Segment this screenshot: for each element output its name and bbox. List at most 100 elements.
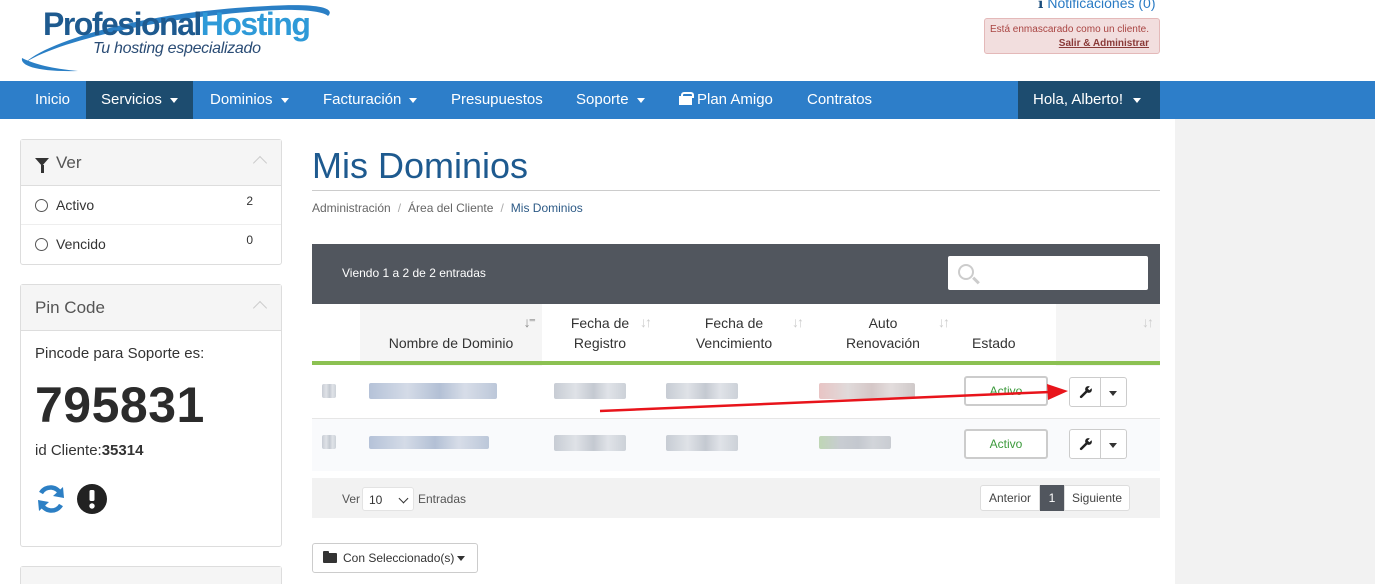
col-status[interactable]: Estado: [956, 304, 1056, 366]
refresh-icon[interactable]: [35, 483, 67, 515]
col-auto-renew[interactable]: ↓↑ Auto Renovación: [810, 304, 956, 366]
prev-page-button[interactable]: Anterior: [980, 485, 1040, 511]
page-size-select[interactable]: 10: [362, 487, 414, 511]
table-row[interactable]: Activo: [312, 366, 1160, 418]
alert-icon[interactable]: [77, 484, 107, 514]
sort-icon: ↓↑: [1142, 314, 1154, 330]
col-domain[interactable]: ↓⁼ Nombre de Dominio: [360, 304, 542, 366]
gift-icon: [679, 92, 694, 105]
caret-down-icon: [169, 97, 178, 103]
auto-renew-redacted: [819, 436, 891, 449]
nav-presupuestos-label: Presupuestos: [451, 91, 543, 108]
chevron-up-icon[interactable]: [252, 300, 268, 316]
filter-label: Vencido: [56, 236, 106, 252]
pin-card-header[interactable]: Pin Code: [21, 285, 281, 331]
folder-open-icon: [323, 551, 337, 563]
auto-renew-redacted: [819, 383, 915, 399]
caret-down-icon: [457, 556, 466, 562]
filter-label: Activo: [56, 197, 95, 213]
col-auto-renew-label: Auto Renovación: [846, 315, 920, 351]
manage-button[interactable]: [1069, 377, 1101, 407]
brand-tagline: Tu hosting especializado: [93, 40, 261, 57]
pin-label: Pincode para Soporte es:: [35, 345, 205, 362]
col-actions[interactable]: ↓↑: [1056, 304, 1160, 366]
nav-plan-amigo-label: Plan Amigo: [697, 91, 773, 108]
caret-down-icon: [636, 97, 645, 103]
col-expiry[interactable]: ↓↑ Fecha de Vencimiento: [658, 304, 810, 366]
nav-dominios[interactable]: Dominios: [195, 81, 304, 119]
filter-count: 0: [246, 233, 253, 247]
brand-logo[interactable]: ProfesionalHosting Tu hosting especializ…: [18, 0, 338, 76]
nav-servicios-label: Servicios: [101, 91, 162, 108]
nav-plan-amigo[interactable]: Plan Amigo: [664, 81, 788, 119]
registration-date-redacted: [554, 435, 626, 451]
manage-dropdown-toggle[interactable]: [1101, 429, 1127, 459]
user-menu[interactable]: Hola, Alberto!: [1018, 81, 1160, 119]
filter-activo[interactable]: Activo 2: [21, 186, 281, 225]
domain-name-redacted[interactable]: [369, 383, 497, 399]
caret-down-icon: [280, 97, 289, 103]
nav-contratos[interactable]: Contratos: [792, 81, 887, 119]
registration-date-redacted: [554, 383, 626, 399]
notifications-label: Notificaciones (0): [1047, 0, 1156, 11]
table-search-input[interactable]: [948, 256, 1148, 290]
next-page-button[interactable]: Siguiente: [1064, 485, 1130, 511]
table-footer: Ver 10 Entradas Anterior 1 Siguiente: [312, 478, 1160, 518]
col-status-label: Estado: [972, 335, 1016, 351]
client-id: id Cliente:35314: [35, 442, 267, 459]
filter-vencido[interactable]: Vencido 0: [21, 225, 281, 264]
expiry-date-redacted: [666, 383, 738, 399]
page-1-button[interactable]: 1: [1040, 485, 1064, 511]
manage-dropdown-toggle[interactable]: [1101, 377, 1127, 407]
table-row[interactable]: Activo: [312, 419, 1160, 471]
row-checkbox[interactable]: [322, 435, 336, 449]
sort-asc-icon: ↓⁼: [523, 314, 536, 330]
wrench-icon: [1079, 386, 1092, 399]
bulk-action-button[interactable]: Con Seleccionado(s): [312, 543, 478, 573]
exit-admin-link[interactable]: Salir & Administrar: [1059, 38, 1149, 49]
title-divider: [312, 190, 1160, 191]
info-icon: ℹ: [1038, 0, 1044, 11]
brand-name: ProfesionalHosting: [43, 6, 311, 42]
nav-servicios[interactable]: Servicios: [86, 81, 193, 119]
nav-facturacion[interactable]: Facturación: [308, 81, 432, 119]
status-badge: Activo: [964, 376, 1048, 406]
row-checkbox[interactable]: [322, 384, 336, 398]
pin-card-title: Pin Code: [35, 298, 105, 317]
col-registration-label: Fecha de Registro: [570, 315, 630, 351]
filter-card: Ver Activo 2 Vencido 0: [20, 139, 282, 265]
page-size-label: Ver: [342, 492, 361, 506]
wrench-icon: [1079, 438, 1092, 451]
site-header: ProfesionalHosting Tu hosting especializ…: [0, 0, 1375, 81]
nav-inicio[interactable]: Inicio: [20, 81, 85, 119]
page-title: Mis Dominios: [312, 145, 529, 186]
nav-presupuestos[interactable]: Presupuestos: [436, 81, 558, 119]
breadcrumb: Administración / Área del Cliente / Mis Domi…: [312, 201, 583, 215]
client-id-value: 35314: [101, 442, 144, 459]
caret-down-icon: [409, 97, 418, 103]
nav-contratos-label: Contratos: [807, 91, 873, 108]
nav-soporte[interactable]: Soporte: [561, 81, 660, 119]
nav-facturacion-label: Facturación: [323, 91, 402, 108]
filter-title: Ver: [56, 153, 82, 172]
domain-name-redacted[interactable]: [369, 436, 489, 449]
filter-card-header[interactable]: Ver: [21, 140, 281, 186]
expiry-date-redacted: [666, 435, 738, 451]
nav-soporte-label: Soporte: [576, 91, 629, 108]
breadcrumb-client-area[interactable]: Área del Cliente: [408, 201, 493, 215]
pin-code-card: Pin Code Pincode para Soporte es: 795831…: [20, 284, 282, 547]
manage-button[interactable]: [1069, 429, 1101, 459]
notifications-link[interactable]: ℹ Notificaciones (0): [1038, 0, 1155, 12]
client-id-label: id Cliente:: [35, 442, 102, 459]
breadcrumb-admin[interactable]: Administración: [312, 201, 391, 215]
col-expiry-label: Fecha de Vencimiento: [695, 315, 773, 351]
sidebar-card-next: [20, 566, 282, 584]
col-registration[interactable]: ↓↑ Fecha de Registro: [542, 304, 658, 366]
filter-count: 2: [246, 194, 253, 208]
status-badge: Activo: [964, 429, 1048, 459]
radio-button[interactable]: [35, 238, 48, 251]
bulk-action-label: Con Seleccionado(s): [343, 551, 455, 565]
user-greeting: Hola, Alberto!: [1033, 91, 1124, 108]
chevron-up-icon[interactable]: [252, 155, 268, 171]
radio-button[interactable]: [35, 199, 48, 212]
